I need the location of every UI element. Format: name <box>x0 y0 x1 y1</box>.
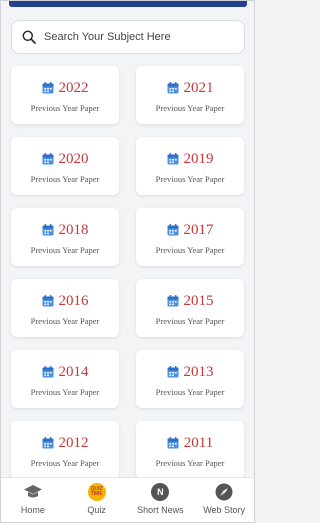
paper-year: 2019 <box>183 150 214 167</box>
calendar-icon <box>167 365 178 377</box>
paper-card-header: 2012 <box>42 433 89 453</box>
nav-quiz[interactable]: QUIZ TIME Quiz <box>65 478 129 522</box>
calendar-icon <box>167 81 178 93</box>
bottom-nav: Home QUIZ TIME Quiz N Short News Web Sto… <box>1 477 254 522</box>
paper-card-2019[interactable]: 2019 Previous Year Paper <box>136 137 244 195</box>
calendar-icon <box>167 223 178 235</box>
paper-card-header: 2018 <box>42 220 89 240</box>
paper-subtitle: Previous Year Paper <box>30 315 100 326</box>
paper-subtitle: Previous Year Paper <box>155 457 225 468</box>
paper-card-header: 2016 <box>42 291 89 311</box>
paper-subtitle: Previous Year Paper <box>30 457 100 468</box>
paper-card-2021[interactable]: 2021 Previous Year Paper <box>136 66 244 124</box>
paper-card-header: 2022 <box>42 78 89 98</box>
nav-quiz-label: Quiz <box>87 505 106 515</box>
paper-subtitle: Previous Year Paper <box>30 386 100 397</box>
nav-web-story-label: Web Story <box>203 505 246 515</box>
calendar-icon <box>42 81 53 93</box>
paper-grid: 2022 Previous Year Paper 2021 Previous Year… <box>11 66 246 479</box>
quiz-badge: QUIZ TIME <box>87 483 106 501</box>
nav-web-story[interactable]: Web Story <box>192 478 254 522</box>
paper-card-2020[interactable]: 2020 Previous Year Paper <box>11 137 119 195</box>
quiz-time-icon: QUIZ TIME <box>87 483 107 501</box>
paper-card-2016[interactable]: 2016 Previous Year Paper <box>11 279 119 337</box>
nav-short-news[interactable]: N Short News <box>129 478 193 522</box>
calendar-icon <box>167 436 179 448</box>
paper-year: 2012 <box>58 434 89 451</box>
calendar-icon <box>167 152 178 164</box>
paper-card-header: 2015 <box>167 291 214 311</box>
paper-card-header: 2019 <box>167 149 214 169</box>
search-input[interactable] <box>44 24 234 50</box>
paper-year: 2018 <box>58 221 89 238</box>
paper-year: 2022 <box>58 79 89 96</box>
paper-year: 2013 <box>183 363 214 380</box>
search-icon <box>22 30 36 44</box>
paper-card-2017[interactable]: 2017 Previous Year Paper <box>136 208 244 266</box>
paper-subtitle: Previous Year Paper <box>155 315 225 326</box>
paper-card-header: 2014 <box>42 362 89 382</box>
paper-subtitle: Previous Year Paper <box>30 102 100 113</box>
paper-card-2022[interactable]: 2022 Previous Year Paper <box>11 66 119 124</box>
paper-year: 2011 <box>183 434 214 451</box>
paper-subtitle: Previous Year Paper <box>155 386 225 397</box>
paper-card-header: 2017 <box>167 220 214 240</box>
paper-subtitle: Previous Year Paper <box>155 244 225 255</box>
search-bar[interactable] <box>11 20 245 54</box>
paper-subtitle: Previous Year Paper <box>155 173 225 184</box>
paper-year: 2021 <box>183 79 214 96</box>
nav-short-news-label: Short News <box>137 505 184 515</box>
paper-subtitle: Previous Year Paper <box>30 173 100 184</box>
paper-card-header: 2013 <box>167 362 214 382</box>
compass-icon <box>214 483 234 501</box>
app-screen: 2022 Previous Year Paper 2021 Previous Year… <box>0 0 255 523</box>
paper-card-header: 2020 <box>42 149 89 169</box>
calendar-icon <box>42 294 53 306</box>
nav-home[interactable]: Home <box>1 478 65 522</box>
calendar-icon <box>42 365 53 377</box>
paper-card-2013[interactable]: 2013 Previous Year Paper <box>136 350 244 408</box>
paper-subtitle: Previous Year Paper <box>30 244 100 255</box>
news-badge: N <box>151 483 170 501</box>
paper-card-header: 2011 <box>167 433 213 453</box>
paper-year: 2017 <box>183 221 214 238</box>
paper-card-2018[interactable]: 2018 Previous Year Paper <box>11 208 119 266</box>
top-banner-strip <box>9 1 247 7</box>
paper-year: 2020 <box>58 150 89 167</box>
paper-card-2014[interactable]: 2014 Previous Year Paper <box>11 350 119 408</box>
paper-card-header: 2021 <box>167 78 214 98</box>
calendar-icon <box>167 294 178 306</box>
paper-card-2012[interactable]: 2012 Previous Year Paper <box>11 421 119 479</box>
calendar-icon <box>42 436 53 448</box>
graduation-cap-icon <box>23 483 43 501</box>
calendar-icon <box>42 152 53 164</box>
paper-year: 2014 <box>58 363 89 380</box>
paper-year: 2016 <box>58 292 89 309</box>
paper-card-2015[interactable]: 2015 Previous Year Paper <box>136 279 244 337</box>
news-n-icon: N <box>150 483 170 501</box>
paper-year: 2015 <box>183 292 214 309</box>
paper-card-2011[interactable]: 2011 Previous Year Paper <box>136 421 244 479</box>
paper-subtitle: Previous Year Paper <box>155 102 225 113</box>
calendar-icon <box>42 223 53 235</box>
nav-home-label: Home <box>20 505 45 515</box>
